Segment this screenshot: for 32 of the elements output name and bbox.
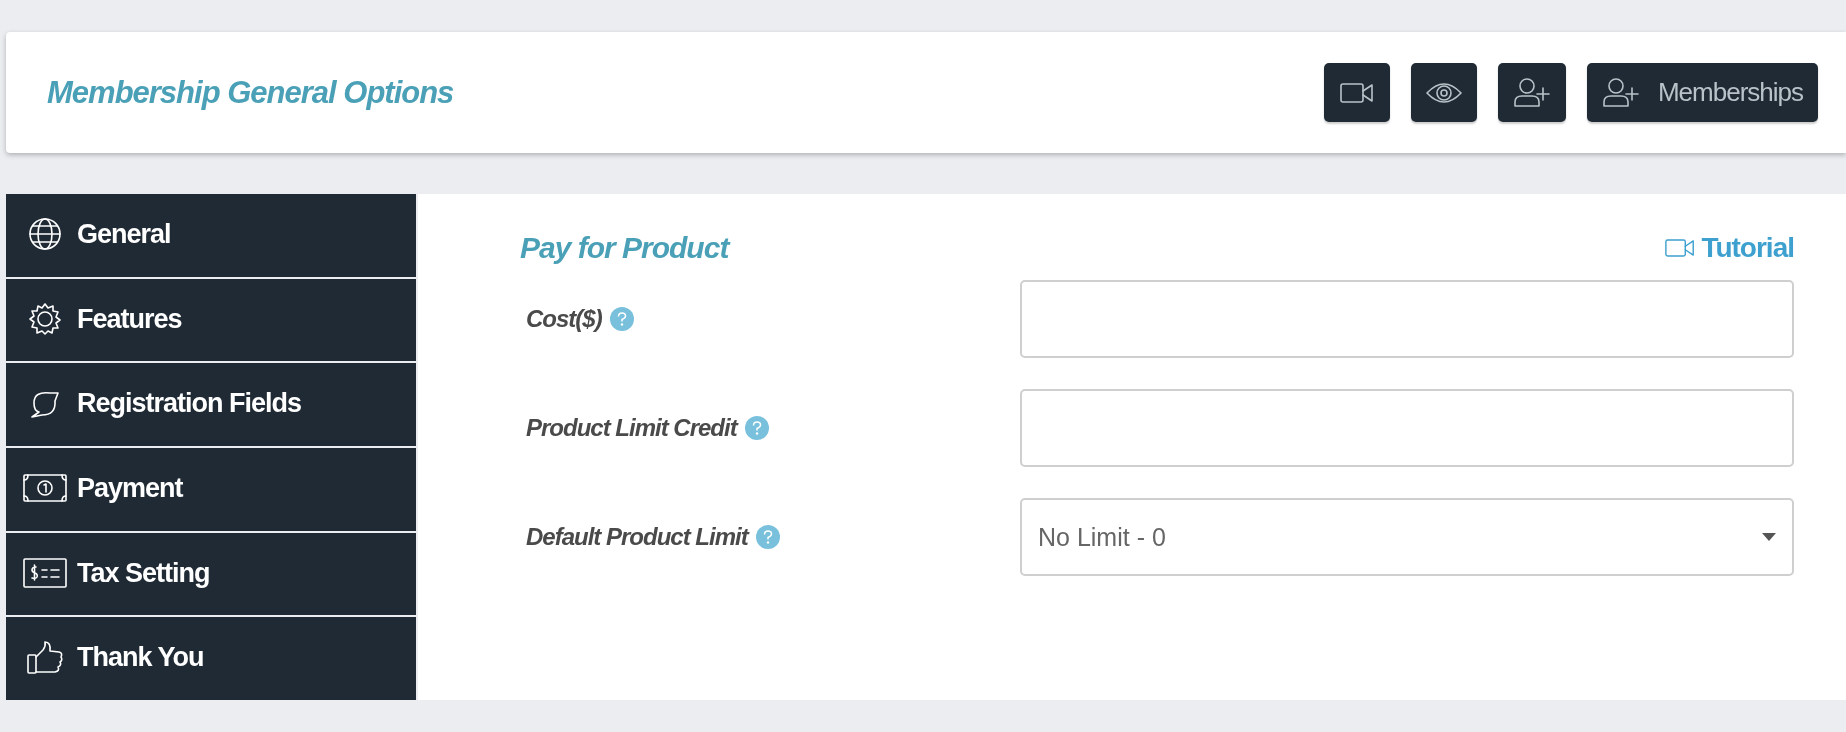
caret-icon	[1762, 533, 1776, 541]
preview-button[interactable]	[1410, 63, 1477, 122]
thumbs-up-icon	[27, 640, 63, 675]
globe-icon	[28, 217, 62, 252]
sidebar-item[interactable]: Registration Fields	[6, 363, 416, 446]
page-title: Membership General Options	[47, 74, 454, 111]
banknote-icon	[23, 474, 67, 503]
sidebar-item[interactable]: General	[6, 194, 416, 277]
sidebar-item[interactable]: Thank You	[6, 617, 416, 701]
cheque-icon	[23, 558, 67, 588]
help-icon[interactable]	[744, 416, 769, 440]
section-title: Pay for Product	[520, 231, 729, 265]
video-camera-icon	[1665, 237, 1696, 259]
field-label: Product Limit Credit	[526, 414, 737, 442]
dropdown[interactable]: No Limit - 0	[1020, 498, 1794, 576]
add-user-button[interactable]	[1497, 63, 1566, 122]
sidebar-item[interactable]: Payment	[6, 448, 416, 531]
sidebar-item[interactable]: Features	[6, 278, 416, 362]
field-label: Default Product Limit	[526, 523, 748, 551]
add-user-icon	[1512, 77, 1551, 108]
eye-icon	[1425, 80, 1462, 105]
memberships-button[interactable]: Memberships	[1586, 63, 1818, 122]
video-button[interactable]	[1323, 63, 1390, 122]
input-field[interactable]	[1020, 389, 1794, 467]
help-icon[interactable]	[609, 307, 634, 331]
help-icon[interactable]	[755, 525, 780, 549]
sidebar-item[interactable]: Tax Setting	[6, 532, 416, 616]
input-field[interactable]	[1020, 280, 1794, 358]
video-camera-icon	[1339, 81, 1374, 104]
field-label: Cost($)	[526, 305, 602, 333]
add-user-icon	[1601, 77, 1640, 108]
gear-icon	[28, 302, 62, 336]
